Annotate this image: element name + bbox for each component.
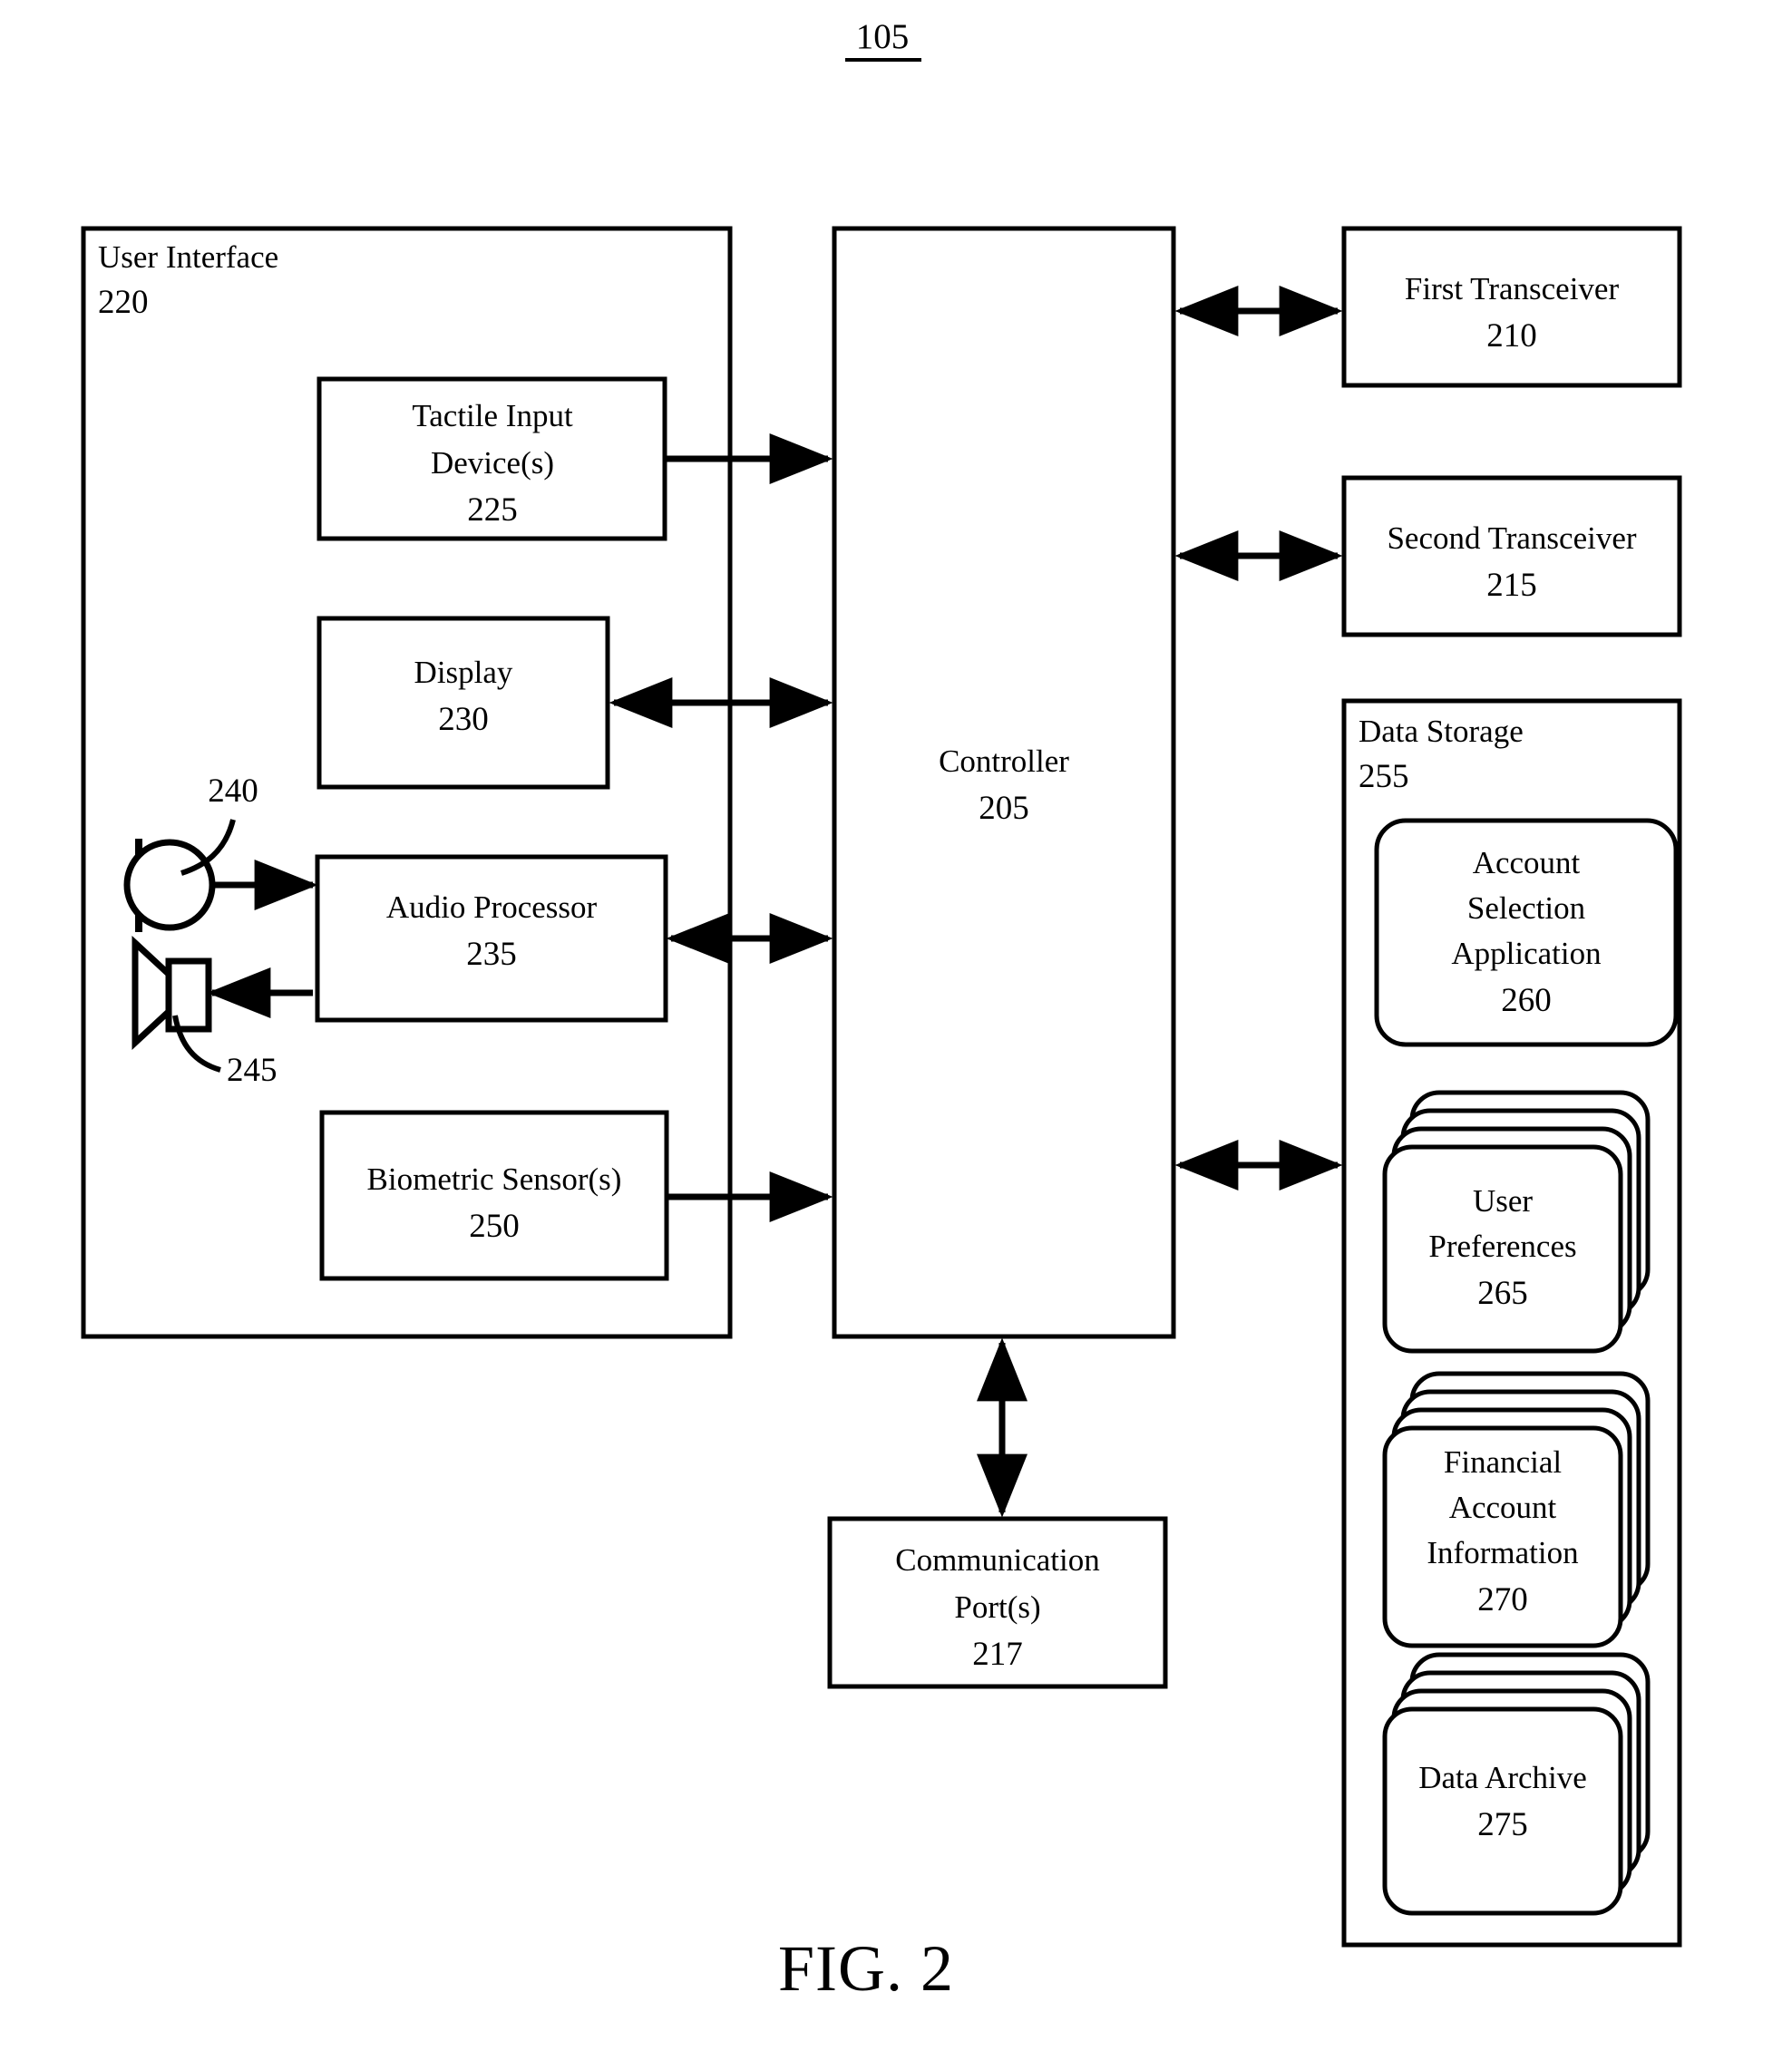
biometric-sensor-ref: 250	[469, 1208, 520, 1245]
biometric-sensor-line1: Biometric Sensor(s)	[367, 1161, 622, 1197]
microphone-icon	[123, 839, 216, 931]
financial-account-information-line1: Financial	[1444, 1444, 1563, 1480]
display-ref: 230	[438, 701, 489, 738]
communication-port-ref: 217	[972, 1636, 1023, 1673]
account-selection-application-line2: Selection	[1467, 890, 1585, 926]
controller-ref: 205	[979, 790, 1029, 827]
tactile-input-device-ref: 225	[467, 491, 518, 529]
financial-account-information-ref: 270	[1477, 1581, 1528, 1618]
first-transceiver-box	[1341, 226, 1682, 388]
user-preferences-line2: Preferences	[1428, 1229, 1576, 1264]
user-preferences-line1: User	[1473, 1183, 1533, 1219]
data-archive-line1: Data Archive	[1418, 1760, 1587, 1795]
controller-box	[832, 226, 1176, 1339]
user-preferences-stack	[1382, 1090, 1651, 1354]
data-storage-label: Data Storage	[1359, 714, 1524, 749]
communication-port-line2: Port(s)	[954, 1589, 1040, 1625]
user-interface-ref: 220	[98, 284, 149, 321]
user-interface-label: User Interface	[98, 239, 278, 275]
second-transceiver-box	[1341, 475, 1682, 637]
tactile-input-device-line1: Tactile Input	[412, 398, 573, 433]
audio-processor-line1: Audio Processor	[386, 889, 598, 925]
communication-port-line1: Communication	[895, 1542, 1100, 1578]
account-selection-application-line3: Application	[1451, 936, 1601, 971]
second-transceiver-line1: Second Transceiver	[1387, 520, 1636, 556]
financial-account-information-line3: Information	[1427, 1535, 1578, 1570]
first-transceiver-ref: 210	[1486, 317, 1537, 355]
patent-figure-2: 105 User Interface 220 Tactile Input Dev…	[0, 0, 1792, 2070]
figure-caption: FIG. 2	[778, 1932, 954, 2005]
first-transceiver-line1: First Transceiver	[1405, 271, 1620, 306]
microphone-ref: 240	[208, 773, 258, 810]
display-line1: Display	[414, 655, 513, 690]
account-selection-application-line1: Account	[1473, 845, 1581, 880]
data-storage-ref: 255	[1359, 758, 1409, 795]
user-preferences-ref: 265	[1477, 1275, 1528, 1312]
financial-account-information-line2: Account	[1449, 1490, 1557, 1525]
figure-top-reference: 105	[856, 17, 910, 56]
account-selection-application-ref: 260	[1501, 982, 1552, 1019]
tactile-input-device-line2: Device(s)	[431, 445, 554, 481]
block-diagram-canvas: 105 User Interface 220 Tactile Input Dev…	[81, 17, 1682, 2005]
controller-line1: Controller	[939, 743, 1069, 779]
speaker-ref: 245	[227, 1052, 278, 1089]
second-transceiver-ref: 215	[1486, 567, 1537, 604]
data-archive-ref: 275	[1477, 1806, 1528, 1843]
audio-processor-ref: 235	[466, 936, 517, 973]
